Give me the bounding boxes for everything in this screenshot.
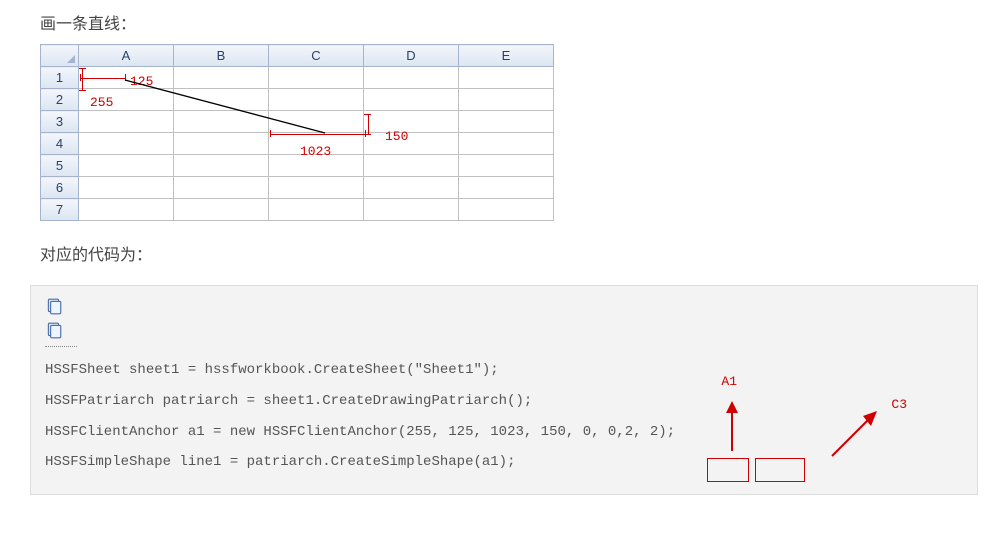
col-head-a: A — [79, 45, 174, 67]
spreadsheet-figure: A B C D E 1 2 3 4 5 6 7 125 255 1023 — [0, 44, 1008, 221]
separator-dots — [45, 346, 77, 347]
cell-a7 — [79, 199, 174, 221]
cell-c1 — [269, 67, 364, 89]
copy-icon-2[interactable] — [45, 322, 63, 340]
code-block: HSSFSheet sheet1 = hssfworkbook.CreateSh… — [30, 285, 978, 495]
cell-e6 — [459, 177, 554, 199]
select-all-corner — [41, 45, 79, 67]
annot-a1: A1 — [721, 368, 737, 397]
cell-a6 — [79, 177, 174, 199]
row-head-3: 3 — [41, 111, 79, 133]
col-head-b: B — [174, 45, 269, 67]
col-head-e: E — [459, 45, 554, 67]
row-head-2: 2 — [41, 89, 79, 111]
row-head-6: 6 — [41, 177, 79, 199]
row-head-7: 7 — [41, 199, 79, 221]
cell-d1 — [364, 67, 459, 89]
cell-c2 — [269, 89, 364, 111]
cell-a1 — [79, 67, 174, 89]
cell-b7 — [174, 199, 269, 221]
cell-e7 — [459, 199, 554, 221]
code-line-3: HSSFClientAnchor a1 = new HSSFClientAnch… — [45, 417, 963, 448]
cell-c7 — [269, 199, 364, 221]
cell-c3 — [269, 111, 364, 133]
row-head-5: 5 — [41, 155, 79, 177]
arrow-diag-icon — [827, 406, 882, 461]
box-22 — [755, 458, 805, 482]
annot-c3: C3 — [891, 391, 907, 420]
row-head-4: 4 — [41, 133, 79, 155]
cell-a4 — [79, 133, 174, 155]
cell-d7 — [364, 199, 459, 221]
arrow-up-icon — [722, 401, 742, 456]
cell-d2 — [364, 89, 459, 111]
code-line-1: HSSFSheet sheet1 = hssfworkbook.CreateSh… — [45, 355, 963, 386]
box-00 — [707, 458, 749, 482]
cell-d4 — [364, 133, 459, 155]
code-line-4: HSSFSimpleShape line1 = patriarch.Create… — [45, 447, 963, 478]
code-line-2: HSSFPatriarch patriarch = sheet1.CreateD… — [45, 386, 963, 417]
col-head-c: C — [269, 45, 364, 67]
cell-e1 — [459, 67, 554, 89]
cell-e4 — [459, 133, 554, 155]
cell-a2 — [79, 89, 174, 111]
cell-b2 — [174, 89, 269, 111]
cell-b6 — [174, 177, 269, 199]
cell-b4 — [174, 133, 269, 155]
cell-b5 — [174, 155, 269, 177]
cell-a5 — [79, 155, 174, 177]
cell-e3 — [459, 111, 554, 133]
heading-draw-line: 画一条直线： — [0, 0, 1008, 44]
cell-c5 — [269, 155, 364, 177]
col-head-d: D — [364, 45, 459, 67]
cell-d5 — [364, 155, 459, 177]
cell-c6 — [269, 177, 364, 199]
copy-icon[interactable] — [45, 298, 63, 316]
row-head-1: 1 — [41, 67, 79, 89]
cell-c4 — [269, 133, 364, 155]
cell-e2 — [459, 89, 554, 111]
cell-b1 — [174, 67, 269, 89]
cell-d3 — [364, 111, 459, 133]
heading-code: 对应的代码为： — [0, 221, 1008, 275]
cell-a3 — [79, 111, 174, 133]
spreadsheet-grid: A B C D E 1 2 3 4 5 6 7 — [40, 44, 554, 221]
cell-b3 — [174, 111, 269, 133]
cell-e5 — [459, 155, 554, 177]
cell-d6 — [364, 177, 459, 199]
